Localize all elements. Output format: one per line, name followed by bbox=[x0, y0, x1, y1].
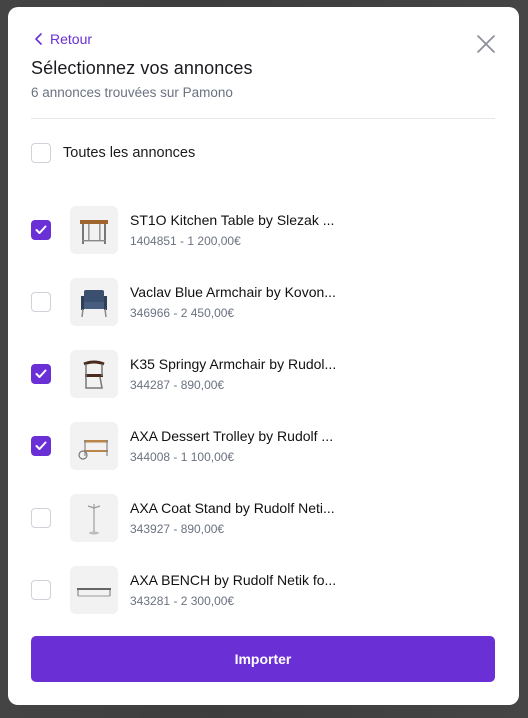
close-button[interactable] bbox=[475, 33, 497, 55]
listing-checkbox[interactable] bbox=[31, 220, 51, 240]
listing-title: AXA Dessert Trolley by Rudolf ... bbox=[130, 428, 334, 444]
listing-row[interactable]: AXA Dessert Trolley by Rudolf ... 344008… bbox=[31, 410, 491, 482]
listing-title: Vaclav Blue Armchair by Kovon... bbox=[130, 284, 336, 300]
listing-meta: 344008 - 1 100,00€ bbox=[130, 450, 235, 464]
chevron-left-icon bbox=[34, 33, 44, 45]
listing-row[interactable]: AXA BENCH by Rudolf Netik fo... 343281 -… bbox=[31, 554, 491, 626]
modal-title: Sélectionnez vos annonces bbox=[31, 58, 253, 78]
listing-checkbox[interactable] bbox=[31, 292, 51, 312]
listing-title: AXA BENCH by Rudolf Netik fo... bbox=[130, 572, 337, 588]
divider bbox=[31, 118, 495, 119]
listing-checkbox[interactable] bbox=[31, 436, 51, 456]
modal-subtitle: 6 annonces trouvées sur Pamono bbox=[31, 85, 233, 100]
trolley-thumbnail bbox=[70, 422, 118, 470]
listing-row[interactable]: ST1O Kitchen Table by Slezak ... 1404851… bbox=[31, 194, 491, 266]
listing-checkbox[interactable] bbox=[31, 508, 51, 528]
back-link[interactable]: Retour bbox=[34, 31, 92, 47]
listing-meta: 343281 - 2 300,00€ bbox=[130, 594, 235, 608]
select-all-option[interactable]: Toutes les annonces bbox=[31, 143, 195, 163]
listing-checkbox[interactable] bbox=[31, 580, 51, 600]
import-listings-modal: Retour Sélectionnez vos annonces 6 annon… bbox=[8, 7, 519, 705]
listing-meta: 344287 - 890,00€ bbox=[130, 378, 225, 392]
springy-chair-thumbnail bbox=[70, 350, 118, 398]
close-icon bbox=[475, 35, 497, 59]
listing-list: ST1O Kitchen Table by Slezak ... 1404851… bbox=[31, 194, 491, 626]
select-all-checkbox[interactable] bbox=[31, 143, 51, 163]
listing-meta: 346966 - 2 450,00€ bbox=[130, 306, 235, 320]
table-thumbnail bbox=[70, 206, 118, 254]
bench-thumbnail bbox=[70, 566, 118, 614]
listing-title: AXA Coat Stand by Rudolf Neti... bbox=[130, 500, 335, 516]
back-link-label: Retour bbox=[50, 31, 93, 47]
coat-stand-thumbnail bbox=[70, 494, 118, 542]
listing-meta: 1404851 - 1 200,00€ bbox=[130, 234, 241, 248]
listing-row[interactable]: AXA Coat Stand by Rudolf Neti... 343927 … bbox=[31, 482, 491, 554]
listing-meta: 343927 - 890,00€ bbox=[130, 522, 225, 536]
import-button[interactable]: Importer bbox=[31, 636, 495, 682]
listing-checkbox[interactable] bbox=[31, 364, 51, 384]
select-all-label: Toutes les annonces bbox=[63, 145, 196, 161]
listing-row[interactable]: Vaclav Blue Armchair by Kovon... 346966 … bbox=[31, 266, 491, 338]
listing-title: ST1O Kitchen Table by Slezak ... bbox=[130, 212, 335, 228]
armchair-thumbnail bbox=[70, 278, 118, 326]
listing-row[interactable]: K35 Springy Armchair by Rudol... 344287 … bbox=[31, 338, 491, 410]
listing-title: K35 Springy Armchair by Rudol... bbox=[130, 356, 337, 372]
